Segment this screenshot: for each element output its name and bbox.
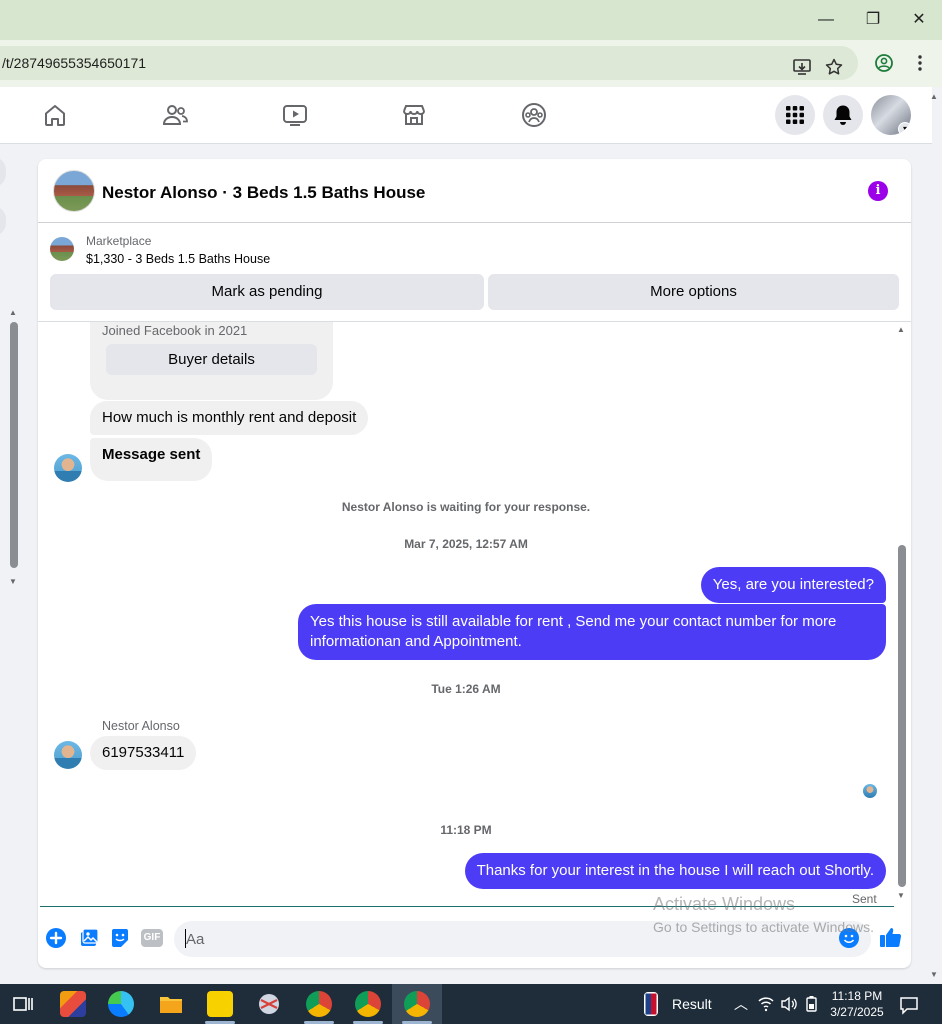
outgoing-message[interactable]: Yes this house is still available for re…: [298, 604, 886, 660]
incoming-message[interactable]: 6197533411: [90, 736, 197, 770]
incoming-message[interactable]: How much is monthly rent and deposit: [90, 401, 369, 435]
sticker-icon[interactable]: [109, 927, 131, 949]
incoming-message[interactable]: Message sent: [90, 438, 213, 481]
add-more-icon[interactable]: [45, 927, 67, 949]
wifi-icon[interactable]: [757, 995, 775, 1013]
clock-date: 3/27/2025: [830, 1005, 884, 1019]
chrome-profile-a-icon[interactable]: [306, 991, 332, 1017]
url-text[interactable]: /t/28749655354650171: [2, 55, 146, 71]
timestamp: Mar 7, 2025, 12:57 AM: [404, 537, 528, 551]
message-list: Joined Facebook in 2021 Buyer details Ho…: [38, 322, 911, 904]
sticky-notes-icon[interactable]: [207, 991, 233, 1017]
page-scroll-down-arrow[interactable]: ▼: [930, 970, 938, 979]
timestamp: 11:18 PM: [440, 823, 492, 837]
marketplace-listing-bar: Marketplace $1,330 - 3 Beds 1.5 Baths Ho…: [38, 224, 911, 321]
profile-icon[interactable]: [874, 53, 894, 73]
marketplace-icon[interactable]: [400, 101, 428, 129]
sender-name: Nestor Alonso: [102, 719, 180, 733]
notifications-icon: [834, 105, 852, 125]
listing-price-title[interactable]: $1,330 - 3 Beds 1.5 Baths House: [86, 252, 270, 266]
activate-windows-subtext: Go to Settings to activate Windows.: [653, 919, 874, 935]
file-explorer-icon[interactable]: [158, 991, 184, 1017]
minimize-button[interactable]: —: [814, 8, 838, 32]
bookmark-star-icon[interactable]: [824, 57, 844, 77]
nba-logo-icon[interactable]: [644, 992, 658, 1016]
chat-header: Nestor Alonso · 3 Beds 1.5 Baths House i: [38, 159, 911, 223]
mark-as-pending-button[interactable]: Mark as pending: [50, 274, 484, 310]
chat-window: Nestor Alonso · 3 Beds 1.5 Baths House i…: [38, 159, 911, 968]
sender-avatar[interactable]: [54, 454, 82, 482]
left-scroll-down-arrow[interactable]: ▼: [9, 577, 17, 586]
sender-avatar[interactable]: [54, 741, 82, 769]
groups-icon[interactable]: [520, 101, 548, 129]
menu-grid-icon: [786, 106, 804, 124]
activate-windows-watermark: Activate Windows: [653, 894, 796, 914]
waiting-notice: Nestor Alonso is waiting for your respon…: [341, 500, 591, 514]
snipping-tool-icon[interactable]: [256, 991, 282, 1017]
address-bar[interactable]: /t/28749655354650171: [0, 46, 858, 80]
chrome-profile-c-icon[interactable]: [404, 991, 430, 1017]
browser-toolbar: /t/28749655354650171: [0, 40, 942, 87]
system-clock[interactable]: 11:18 PM 3/27/2025: [822, 988, 892, 1020]
marketplace-label: Marketplace: [86, 234, 152, 248]
facebook-topnav: ▾: [0, 87, 932, 144]
photo-icon[interactable]: [78, 927, 100, 949]
gif-icon[interactable]: GIF: [141, 929, 163, 947]
scroll-up-arrow[interactable]: ▲: [897, 325, 905, 334]
battery-icon[interactable]: [804, 995, 820, 1013]
message-status: Sent: [852, 892, 877, 906]
windows-taskbar: Result ︿ 11:18 PM 3/27/2025: [0, 984, 942, 1024]
games-app-icon[interactable]: [60, 991, 86, 1017]
chrome-profile-b-icon[interactable]: [355, 991, 381, 1017]
page-scroll-up-arrow[interactable]: ▲: [930, 92, 938, 101]
home-icon[interactable]: [41, 101, 69, 129]
buyer-profile-card: Joined Facebook in 2021 Buyer details: [90, 322, 333, 400]
joined-facebook-text: Joined Facebook in 2021: [102, 323, 248, 338]
left-scroll-up-arrow[interactable]: ▲: [9, 308, 17, 317]
buyer-details-button[interactable]: Buyer details: [106, 344, 317, 375]
result-widget-label[interactable]: Result: [672, 996, 712, 1012]
left-panel-item[interactable]: [0, 157, 6, 187]
text-caret: [185, 929, 186, 948]
chat-title[interactable]: Nestor Alonso · 3 Beds 1.5 Baths House: [102, 183, 425, 203]
clock-time: 11:18 PM: [831, 989, 883, 1003]
notification-center-icon[interactable]: [899, 995, 919, 1015]
info-icon[interactable]: i: [868, 181, 888, 201]
install-app-icon[interactable]: [792, 57, 812, 77]
outgoing-message[interactable]: Thanks for your interest in the house I …: [464, 853, 886, 889]
scroll-down-arrow[interactable]: ▼: [897, 891, 905, 900]
maximize-button[interactable]: ❐: [861, 8, 885, 32]
chevron-up-icon[interactable]: ︿: [734, 994, 748, 1014]
watch-icon[interactable]: [281, 101, 309, 129]
read-receipt-avatar: [863, 784, 877, 798]
menu-grid-button[interactable]: [775, 95, 815, 135]
task-view-icon[interactable]: [10, 991, 36, 1017]
listing-thumbnail[interactable]: [50, 237, 74, 261]
left-panel-item[interactable]: [0, 206, 6, 236]
listing-avatar[interactable]: [53, 170, 95, 212]
edge-browser-icon[interactable]: [108, 991, 134, 1017]
message-scrollbar[interactable]: ▲ ▼: [896, 323, 908, 901]
close-window-button[interactable]: ✕: [907, 8, 931, 32]
like-thumb-icon[interactable]: [878, 925, 902, 949]
notifications-button[interactable]: [823, 95, 863, 135]
kebab-menu-icon[interactable]: [910, 53, 930, 73]
account-avatar[interactable]: ▾: [871, 95, 911, 135]
friends-icon[interactable]: [161, 101, 189, 129]
outgoing-message[interactable]: Yes, are you interested?: [700, 567, 886, 603]
window-titlebar: — ❐ ✕: [0, 0, 942, 40]
scrollbar-thumb[interactable]: [898, 545, 906, 887]
timestamp: Tue 1:26 AM: [431, 682, 501, 696]
left-scrollbar-thumb[interactable]: [10, 322, 18, 568]
volume-icon[interactable]: [780, 995, 798, 1013]
chevron-down-icon: ▾: [898, 122, 911, 135]
more-options-button[interactable]: More options: [488, 274, 899, 310]
